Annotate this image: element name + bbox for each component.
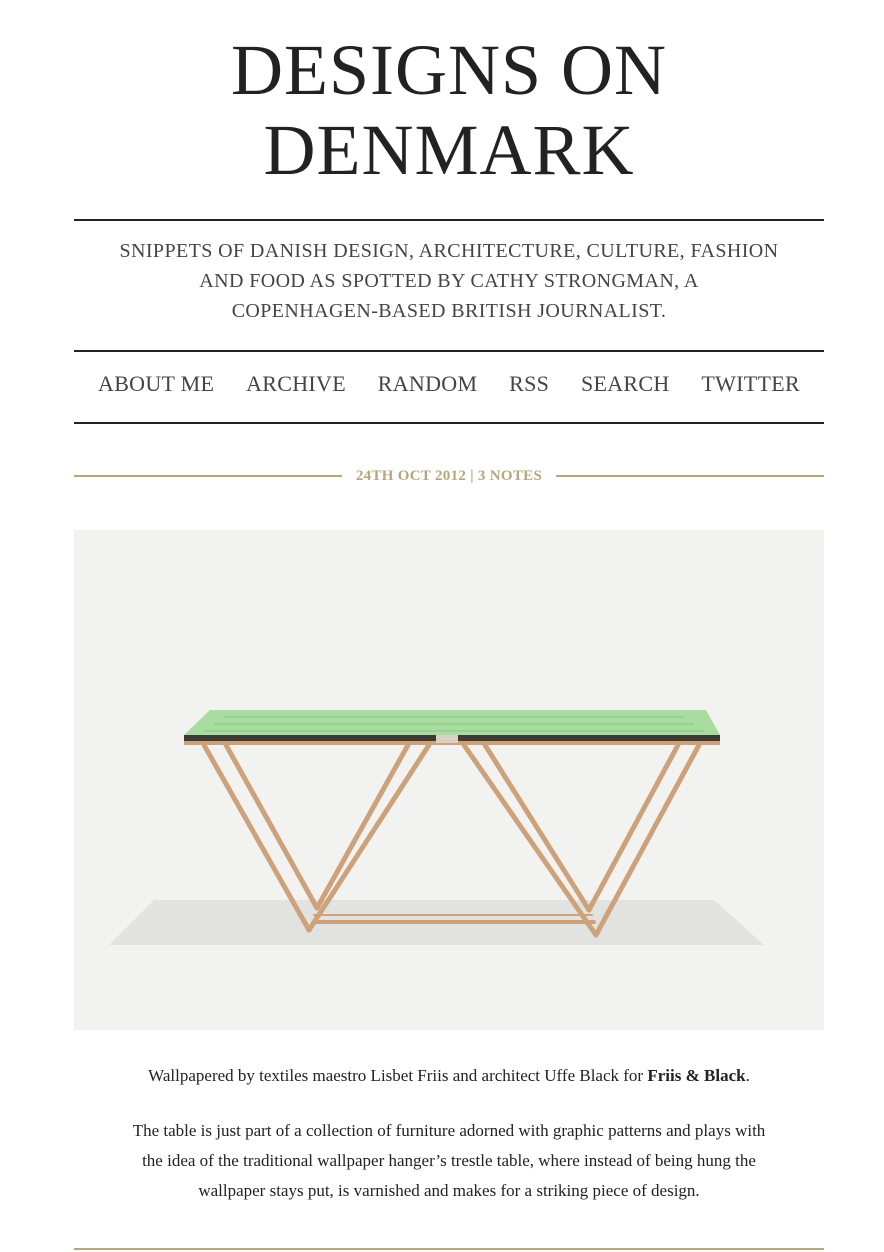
body-line2: the idea of the traditional wallpaper ha…: [142, 1151, 756, 1170]
meta-rule-left: [74, 475, 342, 477]
description-line2: AND FOOD AS SPOTTED BY CATHY STRONGMAN, …: [199, 270, 699, 292]
nav-archive[interactable]: ARCHIVE: [246, 368, 346, 400]
post-notes-link[interactable]: 3 NOTES: [478, 468, 542, 484]
header-divider-middle: [74, 350, 824, 352]
description-line1: SNIPPETS OF DANISH DESIGN, ARCHITECTURE,…: [119, 240, 779, 262]
page-container: DESIGNS ON DENMARK SNIPPETS OF DANISH DE…: [74, 0, 824, 1250]
site-title-line2[interactable]: DENMARK: [74, 110, 824, 190]
nav-rss[interactable]: RSS: [509, 368, 549, 400]
post-meta: 24TH OCT 2012 | 3 NOTES: [74, 464, 824, 488]
site-description: SNIPPETS OF DANISH DESIGN, ARCHITECTURE,…: [84, 236, 814, 326]
table-hinge: [436, 735, 458, 743]
meta-rule-right: [556, 475, 824, 477]
post-caption: Wallpapered by textiles maestro Lisbet F…: [74, 1062, 824, 1090]
site-title[interactable]: DESIGNS ON DENMARK: [74, 0, 824, 190]
description-line3: COPENHAGEN-BASED BRITISH JOURNALIST.: [231, 300, 667, 322]
post-date-link[interactable]: 24TH OCT 2012: [356, 468, 466, 484]
nav-search[interactable]: SEARCH: [581, 368, 670, 400]
main-nav: ABOUT ME ARCHIVE RANDOM RSS SEARCH TWITT…: [74, 368, 824, 400]
nav-twitter[interactable]: TWITTER: [701, 368, 800, 400]
nav-about-me[interactable]: ABOUT ME: [98, 368, 214, 400]
nav-random[interactable]: RANDOM: [378, 368, 478, 400]
meta-separator: |: [470, 467, 474, 484]
post-photo[interactable]: [74, 530, 824, 1030]
post-meta-text: 24TH OCT 2012 | 3 NOTES: [342, 468, 556, 485]
post-body: The table is just part of a collection o…: [74, 1116, 824, 1206]
caption-suffix: .: [745, 1066, 750, 1085]
body-line1: The table is just part of a collection o…: [132, 1121, 766, 1140]
body-line3: wallpaper stays put, is varnished and ma…: [198, 1181, 700, 1200]
post-divider-bottom: [74, 1248, 824, 1250]
header-divider-top: [74, 219, 824, 221]
site-title-line1[interactable]: DESIGNS ON: [74, 30, 824, 110]
table-illustration: [109, 710, 764, 945]
header-divider-bottom: [74, 422, 824, 424]
friis-black-link[interactable]: Friis & Black: [647, 1066, 745, 1085]
caption-link-text[interactable]: Friis & Black: [647, 1066, 745, 1085]
caption-text: Wallpapered by textiles maestro Lisbet F…: [148, 1066, 648, 1085]
